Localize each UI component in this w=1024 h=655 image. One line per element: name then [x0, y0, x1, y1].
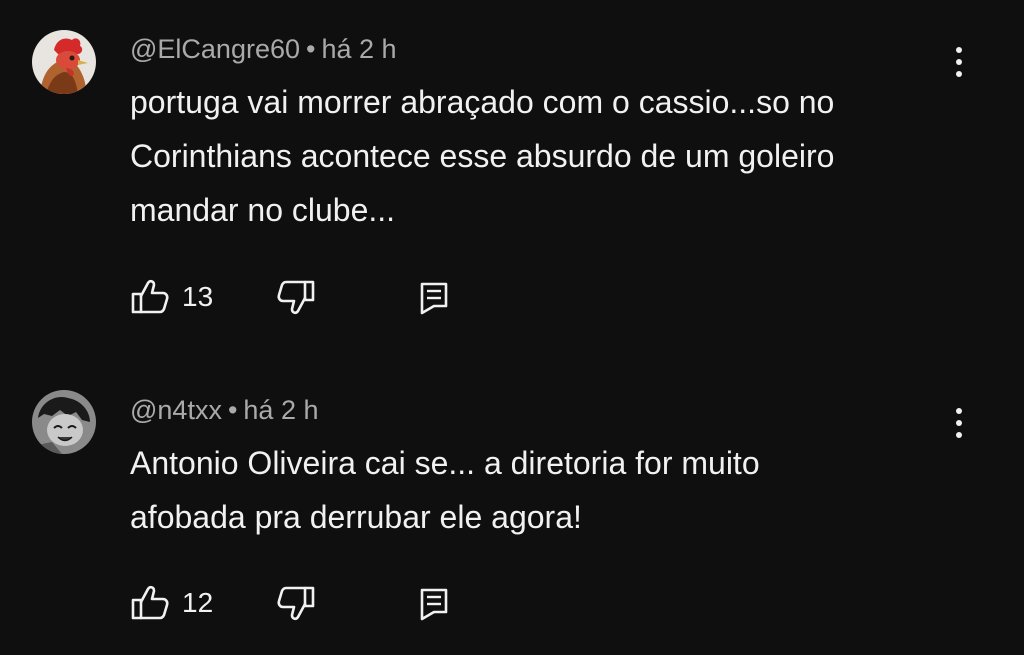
reply-button[interactable]	[414, 583, 454, 623]
comment-text-line: portuga vai morrer abraçado com o cassio…	[130, 84, 835, 120]
comment-meta: @n4txx • há 2 h	[130, 393, 318, 427]
comment-text: Antonio Oliveira cai se... a diretoria f…	[130, 436, 970, 544]
like-button[interactable]	[130, 583, 170, 623]
dislike-button[interactable]	[276, 583, 316, 623]
thumbs-down-icon	[277, 280, 315, 315]
more-actions-icon[interactable]	[944, 40, 974, 84]
thumbs-up-icon	[131, 279, 169, 314]
thumbs-up-icon	[131, 585, 169, 620]
comment-actions: 13	[130, 277, 470, 317]
comment-author[interactable]: @ElCangre60	[130, 34, 300, 64]
comment-text-line: Antonio Oliveira cai se... a diretoria f…	[130, 445, 760, 481]
thumbs-down-icon	[277, 586, 315, 621]
comment-item: @ElCangre60 • há 2 h portuga vai morrer ab…	[0, 0, 1024, 345]
meta-separator: •	[227, 395, 238, 425]
like-count: 13	[182, 281, 214, 312]
avatar[interactable]	[32, 30, 96, 94]
comment-author[interactable]: @n4txx	[130, 395, 222, 425]
more-actions-icon[interactable]	[944, 401, 974, 445]
comment-text-line: mandar no clube...	[130, 192, 396, 228]
comment-time[interactable]: há 2 h	[243, 395, 318, 425]
rooster-avatar-icon	[32, 30, 96, 94]
reply-icon	[420, 282, 448, 315]
reply-icon	[420, 588, 448, 621]
comment-meta: @ElCangre60 • há 2 h	[130, 32, 397, 66]
anime-sketch-avatar-icon	[32, 390, 96, 454]
like-button[interactable]	[130, 277, 170, 317]
like-count: 12	[182, 587, 214, 618]
comment-text-line: afobada pra derrubar ele agora!	[130, 499, 582, 535]
comment-text-line: Corinthians acontece esse absurdo de um …	[130, 138, 835, 174]
comment-item: @n4txx • há 2 h Antonio Oliveira cai se...…	[0, 345, 1024, 655]
avatar[interactable]	[32, 390, 96, 454]
comment-text: portuga vai morrer abraçado com o cassio…	[130, 75, 970, 237]
reply-button[interactable]	[414, 277, 454, 317]
comment-actions: 12	[130, 583, 470, 623]
dislike-button[interactable]	[276, 277, 316, 317]
meta-separator: •	[306, 34, 316, 64]
comment-time[interactable]: há 2 h	[321, 34, 396, 64]
